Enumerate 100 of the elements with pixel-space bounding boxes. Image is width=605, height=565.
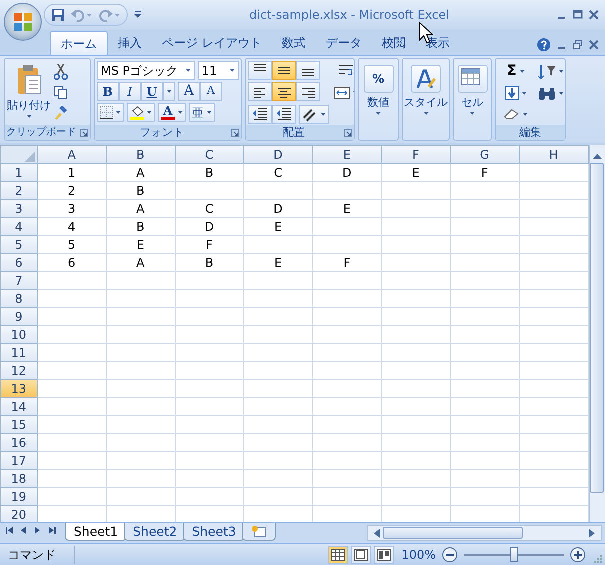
row-header[interactable]: 5 [0,236,38,254]
underline-menu-button[interactable] [163,82,175,101]
bottom-align-button[interactable] [296,61,320,80]
fill-color-button[interactable] [127,103,155,122]
copy-icon[interactable] [54,86,68,100]
column-header[interactable]: H [519,146,588,164]
underline-button[interactable]: U [141,82,163,101]
ribbon-tab[interactable]: ページ レイアウト [152,31,272,55]
close-icon[interactable] [589,40,599,50]
italic-button[interactable]: I [119,82,141,101]
row-header[interactable]: 19 [0,488,38,506]
cell-text: 3 [68,202,76,216]
help-icon[interactable] [537,38,551,52]
cell-text: E [274,256,282,270]
row-header[interactable]: 17 [0,452,38,470]
view-button[interactable] [374,546,394,564]
wrap-text-icon [338,64,354,78]
column-header[interactable]: D [244,146,313,164]
top-align-button[interactable] [248,61,272,80]
close-icon[interactable] [589,10,599,20]
ribbon-tab[interactable]: ホーム [50,31,108,55]
column-header[interactable]: F [382,146,450,164]
prev-sheet-icon[interactable] [20,526,28,535]
row-header[interactable]: 11 [0,344,38,362]
view-button[interactable] [328,546,348,564]
paste-button[interactable]: 貼り付け [7,64,51,123]
ribbon-tab[interactable]: 挿入 [108,31,152,55]
vertical-scrollbar[interactable] [588,145,605,522]
fill-button[interactable] [502,84,530,102]
middle-align-button[interactable] [272,61,296,80]
row-header[interactable]: 7 [0,272,38,290]
customize-caret-icon[interactable] [134,11,142,19]
phonetic-button[interactable]: 亜 [189,103,215,122]
ribbon-tab[interactable]: 数式 [272,31,316,55]
right-align-button[interactable] [296,82,320,101]
row-header[interactable]: 2 [0,182,38,200]
orientation-button[interactable] [299,105,329,124]
column-header[interactable]: B [106,146,176,164]
font-size-dropdown[interactable]: 11 [198,61,239,80]
shrink-font-button[interactable]: A [200,82,222,101]
borders-button[interactable] [97,103,124,122]
left-align-button[interactable] [248,82,272,101]
cell-text: 5 [68,238,76,252]
column-header[interactable]: A [37,146,106,164]
dialog-launcher-icon[interactable] [80,128,88,136]
row-header[interactable]: 3 [0,200,38,218]
font-name-dropdown[interactable]: MS Pゴシック [97,61,195,80]
row-header[interactable]: 13 [0,380,38,398]
scroll-thumb[interactable] [383,527,523,539]
row-header[interactable]: 20 [0,506,38,522]
dialog-launcher-icon[interactable] [344,128,352,136]
column-header[interactable]: G [450,146,520,164]
center-align-button[interactable] [272,82,296,101]
column-header[interactable]: C [175,146,244,164]
dialog-launcher-icon[interactable] [231,128,239,136]
ribbon-tab[interactable]: 校閲 [372,31,416,55]
restore-icon[interactable] [573,40,583,50]
caret-icon[interactable] [166,90,172,93]
sort-filter-button[interactable] [536,62,565,81]
row-header[interactable]: 16 [0,434,38,452]
row-header[interactable]: 4 [0,218,38,236]
row-header[interactable]: 12 [0,362,38,380]
row-header[interactable]: 9 [0,308,38,326]
sheet-tab[interactable]: Sheet3 [183,523,246,541]
zoom-in-icon[interactable] [570,546,586,562]
horizontal-scrollbar[interactable] [367,525,602,541]
resize-grip-icon [592,552,602,562]
cell-text: E [412,166,420,180]
zoom-slider-thumb[interactable] [510,546,518,562]
bold-button[interactable]: B [97,82,119,101]
caret-icon [321,113,326,116]
scissors-icon[interactable] [54,64,68,80]
ribbon-tab[interactable]: データ [316,31,372,55]
column-header[interactable]: E [312,146,382,164]
scroll-thumb[interactable] [590,163,604,493]
next-sheet-icon[interactable] [34,526,42,535]
row-header[interactable]: 8 [0,290,38,308]
sheet-tab[interactable]: Sheet2 [124,523,186,541]
autosum-button[interactable]: Σ [502,62,530,81]
first-sheet-icon[interactable] [6,526,14,535]
row-header[interactable]: 18 [0,470,38,488]
last-sheet-icon[interactable] [48,526,56,535]
row-header[interactable]: 15 [0,416,38,434]
increase-indent-button[interactable] [272,105,296,124]
zoom-out-icon[interactable] [442,546,458,562]
maximize-icon[interactable] [573,10,583,20]
row-header[interactable]: 6 [0,254,38,272]
save-icon[interactable] [51,8,65,22]
office-button[interactable] [4,3,42,41]
view-button[interactable] [350,546,371,564]
font-color-button[interactable]: A [158,103,186,122]
row-header[interactable]: 10 [0,326,38,344]
fill-down-icon [505,86,519,100]
format-painter-icon[interactable] [54,106,68,120]
insert-sheet-tab[interactable] [242,523,276,541]
sheet-tab[interactable]: Sheet1 [65,523,128,541]
decrease-indent-button[interactable] [248,105,272,124]
row-header[interactable]: 14 [0,398,38,416]
row-header[interactable]: 1 [0,164,38,182]
grow-font-button[interactable]: A [178,82,200,101]
